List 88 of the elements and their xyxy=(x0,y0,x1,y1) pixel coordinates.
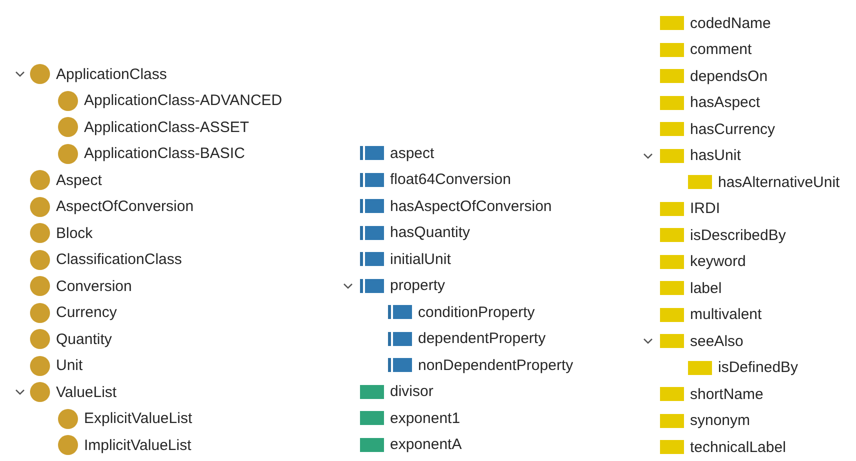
tree-item-label[interactable]: Aspect xyxy=(56,172,102,189)
tree-item-label[interactable]: synonym xyxy=(690,412,750,430)
tree-item-label[interactable]: Block xyxy=(56,224,93,242)
tree-item-label[interactable]: isDescribedBy xyxy=(690,226,786,244)
annotation-property-icon xyxy=(688,360,712,375)
tree-item-label[interactable]: hasAspect xyxy=(690,94,760,112)
tree-item-label[interactable]: hasQuantity xyxy=(390,224,470,242)
annotation-property-icon xyxy=(660,96,684,110)
object-property-icon xyxy=(360,278,384,293)
tree-item-label[interactable]: exponentA xyxy=(390,436,462,454)
tree-item-label[interactable]: initialUnit xyxy=(390,250,451,268)
tree-item-label[interactable]: ClassificationClass xyxy=(56,251,182,268)
class-icon xyxy=(58,144,78,164)
annotation-property-icon xyxy=(660,440,684,454)
annotation-property-icon xyxy=(660,334,684,348)
annotation-property-icon xyxy=(688,175,712,190)
tree-item-label[interactable]: ApplicationClass-ADVANCED xyxy=(84,92,282,110)
annotation-property-icon xyxy=(660,69,684,84)
tree-item-label[interactable]: IRDI xyxy=(690,200,720,218)
annotation-property-icon xyxy=(660,414,684,428)
annotation-property-icon xyxy=(660,387,684,402)
tree-item-label[interactable]: property xyxy=(390,277,446,294)
class-icon xyxy=(30,302,50,323)
class-icon xyxy=(30,223,50,244)
class-icon xyxy=(30,250,50,270)
tree-item-label[interactable]: nonDependentProperty xyxy=(418,356,574,374)
data-property-icon xyxy=(360,438,384,452)
tree-item-label[interactable]: hasCurrency xyxy=(690,120,776,138)
tree-item-label[interactable]: hasUnit xyxy=(690,147,741,164)
tree-item-label[interactable]: multivalent xyxy=(690,306,762,324)
object-property-icon xyxy=(388,305,412,320)
tree-item-label[interactable]: label xyxy=(690,280,722,297)
tree-item-label[interactable]: technicalLabel xyxy=(690,438,786,456)
annotation-property-icon xyxy=(660,202,684,216)
class-icon xyxy=(58,408,78,429)
class-icon xyxy=(30,196,50,217)
object-property-icon xyxy=(360,146,384,160)
tree-item-label[interactable]: Conversion xyxy=(56,278,132,295)
tree-item-label[interactable]: divisor xyxy=(390,383,434,400)
object-property-icon xyxy=(360,172,384,187)
tree-item-label[interactable]: dependentProperty xyxy=(418,330,546,348)
class-icon xyxy=(30,329,50,350)
object-property-icon xyxy=(360,199,384,214)
object-property-icon xyxy=(388,358,412,372)
annotation-property-icon xyxy=(660,308,684,322)
annotation-property-icon xyxy=(660,228,684,242)
object-property-icon xyxy=(360,252,384,266)
tree-item-label[interactable]: seeAlso xyxy=(690,332,744,350)
tree-item-label[interactable]: keyword xyxy=(690,253,746,270)
class-icon xyxy=(30,64,50,84)
annotation-property-icon xyxy=(660,16,684,30)
class-icon xyxy=(30,382,50,402)
tree-item-label[interactable]: ExplicitValueList xyxy=(84,410,192,428)
tree-item-label[interactable]: conditionProperty xyxy=(418,304,535,321)
tree-item-label[interactable]: ApplicationClass-ASSET xyxy=(84,118,250,136)
data-property-icon xyxy=(360,384,384,399)
object-property-icon xyxy=(360,226,384,240)
class-icon xyxy=(30,356,50,376)
tree-item-label[interactable]: Quantity xyxy=(56,330,112,348)
tree-item-label[interactable]: ApplicationClass-BASIC xyxy=(84,145,245,162)
class-icon xyxy=(30,276,50,296)
class-icon xyxy=(30,170,50,190)
annotation-property-icon xyxy=(660,42,684,57)
tree-item-label[interactable]: Currency xyxy=(56,304,117,322)
annotation-property-icon xyxy=(660,122,684,136)
annotation-property-icon xyxy=(660,148,684,163)
class-icon xyxy=(58,117,78,138)
data-property-icon xyxy=(360,411,384,426)
tree-item-label[interactable]: float64Conversion xyxy=(390,171,511,188)
tree-item-label[interactable]: ImplicitValueList xyxy=(84,436,192,454)
tree-item-label[interactable]: ApplicationClass xyxy=(56,66,167,83)
annotation-property-icon xyxy=(660,254,684,269)
tree-item-label[interactable]: codedName xyxy=(690,14,771,32)
tree-item-label[interactable]: shortName xyxy=(690,386,764,403)
tree-item-label[interactable]: dependsOn xyxy=(690,68,768,85)
tree-item-label[interactable]: comment xyxy=(690,41,752,58)
class-icon xyxy=(58,90,78,111)
annotation-property-icon xyxy=(660,281,684,296)
tree-item-label[interactable]: Unit xyxy=(56,357,83,374)
tree-item-label[interactable]: hasAspectOfConversion xyxy=(390,198,552,215)
class-icon xyxy=(58,435,78,456)
tree-item-label[interactable]: aspect xyxy=(390,144,434,162)
tree-item-label[interactable]: isDefinedBy xyxy=(718,359,798,376)
object-property-icon xyxy=(388,332,412,346)
tree-item-label[interactable]: ValueList xyxy=(56,384,117,401)
tree-item-label[interactable]: AspectOfConversion xyxy=(56,198,194,216)
tree-item-label[interactable]: exponent1 xyxy=(390,410,460,427)
tree-item-label[interactable]: hasAlternativeUnit xyxy=(718,174,840,191)
